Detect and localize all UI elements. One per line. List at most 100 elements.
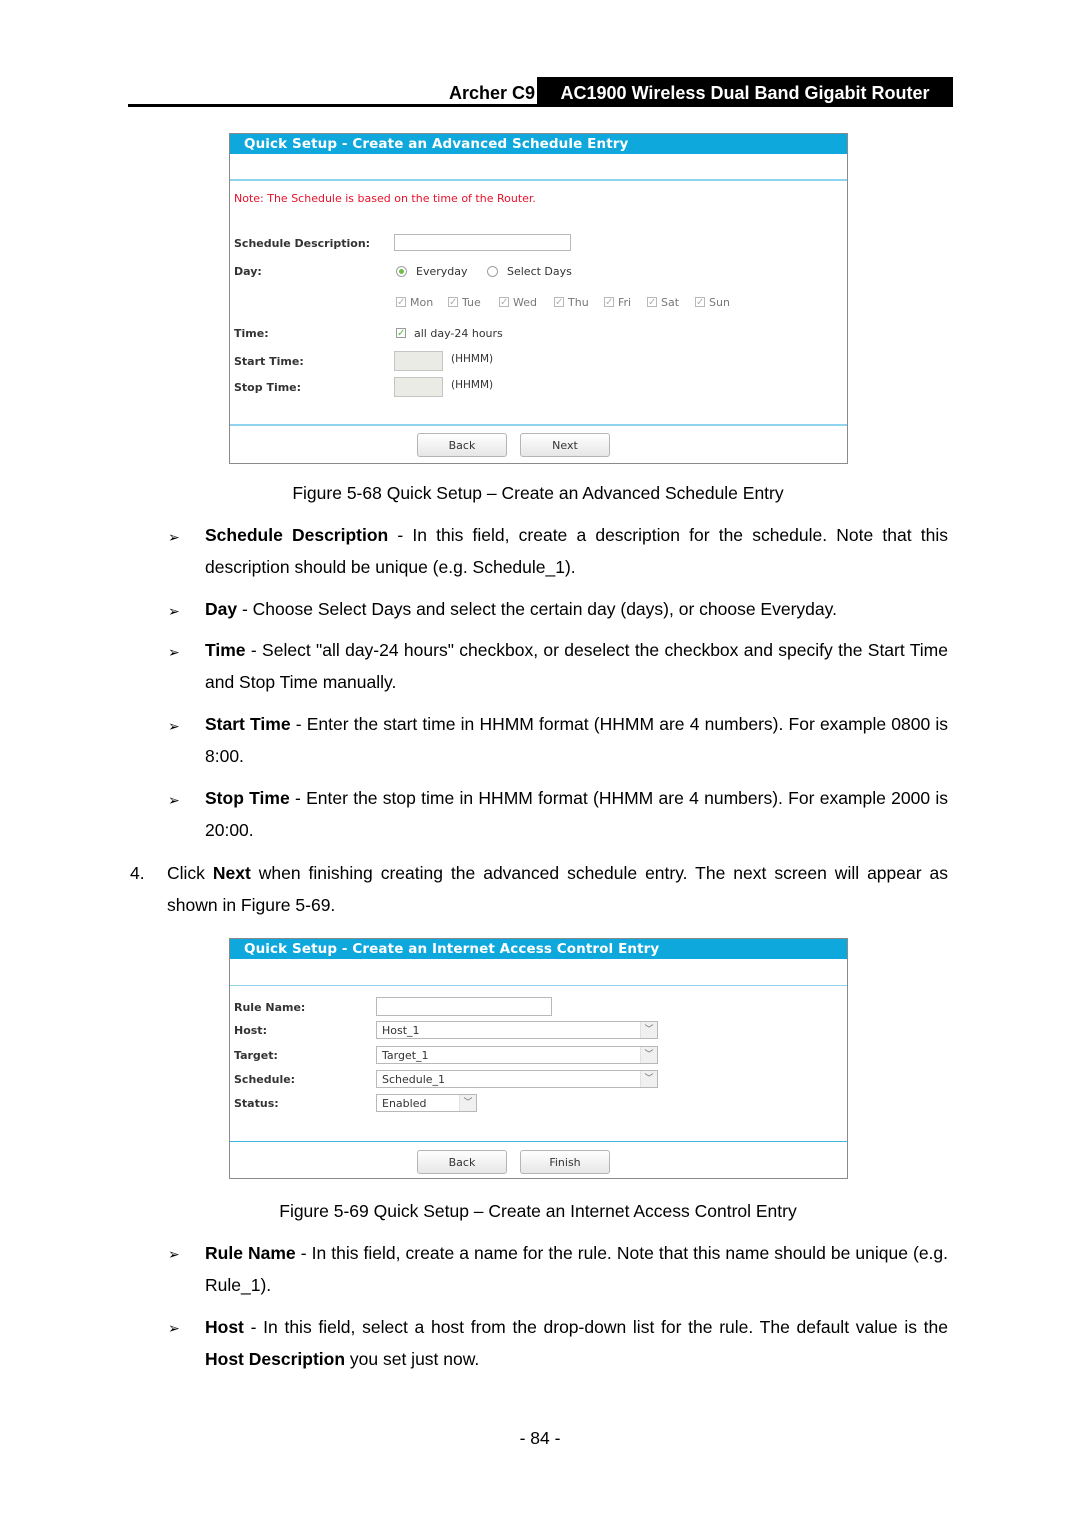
- internet-access-control-panel: Quick Setup - Create an Internet Access …: [229, 938, 848, 1179]
- target-value: Target_1: [382, 1049, 429, 1062]
- schedule-description-input[interactable]: [394, 234, 571, 251]
- step-post: when finishing creating the advanced sch…: [167, 863, 948, 915]
- step-text: Click Next when finishing creating the a…: [167, 857, 948, 921]
- bullet-arrow-icon: ➢: [168, 644, 180, 660]
- desc: - Enter the stop time in HHMM format (HH…: [205, 788, 948, 840]
- host-value: Host_1: [382, 1024, 420, 1037]
- host-label: Host:: [234, 1024, 267, 1037]
- time-label: Time:: [234, 327, 269, 340]
- schedule-note: Note: The Schedule is based on the time …: [234, 192, 536, 205]
- status-label: Status:: [234, 1097, 279, 1110]
- sat-label: Sat: [661, 296, 680, 309]
- step-pre: Click: [167, 863, 213, 883]
- schedule-label: Schedule:: [234, 1073, 296, 1086]
- sun-label: Sun: [709, 296, 730, 309]
- bullet-arrow-icon: ➢: [168, 603, 180, 619]
- bullet-arrow-icon: ➢: [168, 792, 180, 808]
- sat-checkbox[interactable]: ✓: [647, 297, 657, 308]
- divider: [230, 985, 847, 986]
- bullet-arrow-icon: ➢: [168, 1320, 180, 1336]
- stop-time-input[interactable]: [394, 377, 443, 397]
- step-bold: Next: [212, 863, 251, 883]
- step-number: 4.: [130, 863, 145, 883]
- term: Host: [205, 1317, 244, 1337]
- rule-name-label: Rule Name:: [234, 1001, 306, 1014]
- paragraph-rule-name: Rule Name - In this field, create a name…: [205, 1237, 948, 1301]
- divider: [230, 179, 847, 181]
- mon-label: Mon: [410, 296, 434, 309]
- mon-checkbox[interactable]: ✓: [396, 297, 406, 308]
- start-time-input[interactable]: [394, 351, 443, 371]
- back-button[interactable]: Back: [417, 433, 507, 457]
- back-button[interactable]: Back: [417, 1150, 507, 1174]
- term: Stop Time: [205, 788, 290, 808]
- desc: - Choose Select Days and select the cert…: [237, 599, 837, 619]
- bullet-arrow-icon: ➢: [168, 529, 180, 545]
- fri-label: Fri: [618, 296, 632, 309]
- thu-checkbox[interactable]: ✓: [554, 297, 564, 308]
- header-rule: [128, 104, 953, 107]
- chevron-down-icon: ﹀: [640, 1047, 657, 1063]
- step-4: 4. Click Next when finishing creating th…: [130, 857, 948, 921]
- paragraph-start-time: Start Time - Enter the start time in HHM…: [205, 708, 948, 772]
- start-time-label: Start Time:: [234, 355, 304, 368]
- advanced-schedule-panel: Quick Setup - Create an Advanced Schedul…: [229, 133, 848, 464]
- schedule-description-label: Schedule Description:: [234, 237, 371, 250]
- term: Day: [205, 599, 238, 619]
- figure-caption: Figure 5-68 Quick Setup – Create an Adva…: [292, 483, 784, 503]
- rule-name-input[interactable]: [376, 997, 552, 1016]
- thu-label: Thu: [568, 296, 589, 309]
- chevron-down-icon: ﹀: [640, 1022, 657, 1038]
- bullet-arrow-icon: ➢: [168, 718, 180, 734]
- header-product: AC1900 Wireless Dual Band Gigabit Router: [537, 77, 953, 107]
- panel-title: Quick Setup - Create an Advanced Schedul…: [230, 134, 847, 154]
- header-model: Archer C9: [448, 83, 535, 103]
- target-label: Target:: [234, 1049, 278, 1062]
- wed-label: Wed: [513, 296, 537, 309]
- start-time-hint: (HHMM): [451, 353, 494, 365]
- term: Rule Name: [205, 1243, 296, 1263]
- day-label: Day:: [234, 265, 262, 278]
- term: Time: [205, 640, 246, 660]
- chevron-down-icon: ﹀: [640, 1071, 657, 1087]
- next-button[interactable]: Next: [520, 433, 610, 457]
- page-header: Archer C9 AC1900 Wireless Dual Band Giga…: [128, 77, 953, 107]
- desc: - Select "all day-24 hours" checkbox, or…: [205, 640, 948, 692]
- finish-button[interactable]: Finish: [520, 1150, 610, 1174]
- divider: [230, 1141, 847, 1142]
- desc: - In this field, select a host from the …: [243, 1317, 948, 1337]
- select-days-label[interactable]: Select Days: [507, 265, 572, 278]
- stop-time-hint: (HHMM): [451, 379, 494, 391]
- desc: - Enter the start time in HHMM format (H…: [205, 714, 949, 766]
- paragraph-host: Host - In this field, select a host from…: [205, 1311, 948, 1375]
- desc: you set just now.: [345, 1349, 480, 1369]
- bullet-arrow-icon: ➢: [168, 1246, 180, 1262]
- sun-checkbox[interactable]: ✓: [695, 297, 705, 308]
- wed-checkbox[interactable]: ✓: [499, 297, 509, 308]
- select-days-radio[interactable]: [487, 266, 498, 277]
- desc: - In this field, create a name for the r…: [205, 1243, 949, 1295]
- host-select[interactable]: Host_1 ﹀: [376, 1021, 658, 1039]
- all-day-checkbox[interactable]: ✓: [396, 328, 406, 339]
- everyday-radio[interactable]: [396, 266, 407, 277]
- tue-checkbox[interactable]: ✓: [448, 297, 458, 308]
- everyday-label[interactable]: Everyday: [416, 265, 468, 278]
- paragraph-schedule-description: Schedule Description - In this field, cr…: [205, 519, 948, 583]
- tue-label: Tue: [462, 296, 481, 309]
- term: Host Description: [205, 1349, 346, 1369]
- paragraph-day: Day - Choose Select Days and select the …: [205, 593, 948, 625]
- term: Schedule Description: [205, 525, 389, 545]
- paragraph-stop-time: Stop Time - Enter the stop time in HHMM …: [205, 782, 948, 846]
- fri-checkbox[interactable]: ✓: [604, 297, 614, 308]
- schedule-select[interactable]: Schedule_1 ﹀: [376, 1070, 658, 1088]
- term: Start Time: [205, 714, 291, 734]
- status-select[interactable]: Enabled ﹀: [376, 1094, 477, 1112]
- page-number: - 84 -: [519, 1428, 561, 1448]
- schedule-value: Schedule_1: [382, 1073, 446, 1086]
- chevron-down-icon: ﹀: [459, 1095, 476, 1111]
- panel-title: Quick Setup - Create an Internet Access …: [230, 939, 847, 959]
- divider: [230, 424, 847, 426]
- target-select[interactable]: Target_1 ﹀: [376, 1046, 658, 1064]
- stop-time-label: Stop Time:: [234, 381, 302, 394]
- all-day-label[interactable]: all day-24 hours: [414, 327, 503, 340]
